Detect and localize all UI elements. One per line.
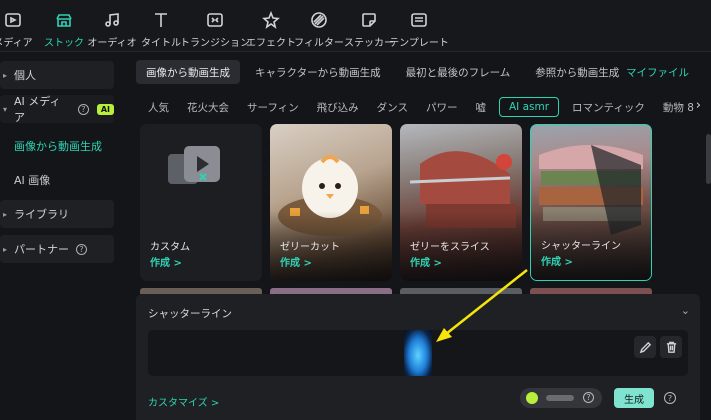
card-create-link[interactable]: 作成 > <box>541 253 573 268</box>
card-title: ゼリーをスライス <box>410 242 490 253</box>
chevron-right-icon: ▸ <box>3 244 8 254</box>
template-card-custom[interactable]: カスタム 作成 > <box>140 124 262 281</box>
card-create-link[interactable]: 作成 > <box>150 254 182 269</box>
sidebar: ▸ 個人 ▾ AI メディア ? AI 画像から動画生成 AI 画像 ▸ ライブ… <box>0 52 126 420</box>
template-card-jelly-cut[interactable]: ゼリーカット 作成 > <box>270 124 392 281</box>
generate-button[interactable]: 生成 <box>614 388 654 408</box>
music-note-icon <box>105 13 119 27</box>
card-title: カスタム <box>150 242 190 253</box>
tab-image-to-video[interactable]: 画像から動画生成 <box>136 60 240 84</box>
template-icon <box>411 13 427 27</box>
toolbar-title[interactable]: タイトル <box>141 0 181 52</box>
toolbar-sticker[interactable]: ステッカー <box>344 0 394 52</box>
toolbar-label: メディア <box>0 38 33 49</box>
toolbar-stock[interactable]: ストック <box>44 0 84 52</box>
sidebar-sub-ai-image[interactable]: AI 画像 <box>14 172 50 188</box>
toolbar-media[interactable]: メディア <box>0 0 33 52</box>
toolbar-label: タイトル <box>141 38 181 49</box>
tab-reference-to-video[interactable]: 参照から動画生成 <box>525 60 629 84</box>
category-tab[interactable]: パワー <box>417 97 467 117</box>
toolbar-effect[interactable]: エフェクト <box>246 0 296 52</box>
help-icon[interactable]: ? <box>583 392 594 403</box>
toolbar-label: オーディオ <box>87 38 137 49</box>
category-tab[interactable]: 花火大会 <box>178 97 238 117</box>
toolbar-transition[interactable]: トランジション <box>180 0 250 52</box>
generation-mode-tabs: 画像から動画生成 キャラクターから動画生成 最初と最後のフレーム 参照から動画生… <box>136 60 634 84</box>
sidebar-item-ai-media[interactable]: ▾ AI メディア ? AI <box>0 95 114 124</box>
generation-panel: シャッターライン ⌄ カスタマイズ > ? 生成 ? <box>136 294 700 420</box>
category-tab[interactable]: 嘘 <box>466 97 495 117</box>
panel-title: シャッターライン <box>148 308 232 320</box>
media-icon <box>5 13 21 27</box>
filter-icon <box>311 12 327 28</box>
toolbar-label: ストック <box>44 38 84 49</box>
template-card-jelly-slice[interactable]: ゼリーをスライス 作成 > <box>400 124 522 281</box>
customize-link[interactable]: カスタマイズ > <box>148 394 219 409</box>
chevron-right-icon: ▸ <box>3 209 8 219</box>
trash-icon <box>666 341 676 353</box>
credit-coin-icon <box>526 392 538 404</box>
category-tab[interactable]: 飛び込み <box>308 97 368 117</box>
category-tab[interactable]: ダンス <box>368 97 417 117</box>
category-tab[interactable]: ロマンティック <box>563 97 654 117</box>
image-to-video-icon <box>168 146 220 184</box>
effect-star-icon <box>262 11 280 29</box>
top-toolbar: メディア ストック オーディオ タイトル トランジション エフェクト フィルター… <box>0 0 711 52</box>
toolbar-audio[interactable]: オーディオ <box>87 0 137 52</box>
card-create-link[interactable]: 作成 > <box>280 254 312 269</box>
category-tabs: 人気 花火大会 サーフィン 飛び込み ダンス パワー 嘘 AI asmr ロマン… <box>126 94 711 120</box>
sticker-icon <box>362 13 376 27</box>
title-t-icon <box>155 13 167 27</box>
card-create-link[interactable]: 作成 > <box>410 254 442 269</box>
transition-icon <box>207 13 223 27</box>
toolbar-label: ステッカー <box>344 38 394 49</box>
toolbar-template[interactable]: テンプレート <box>389 0 449 52</box>
toolbar-filter[interactable]: フィルター <box>294 0 344 52</box>
credit-amount-blurred <box>546 395 574 401</box>
chevron-down-icon[interactable]: ⌄ <box>681 304 690 317</box>
delete-button[interactable] <box>660 336 682 358</box>
my-files-link[interactable]: マイファイル <box>626 65 689 80</box>
tab-first-last-frame[interactable]: 最初と最後のフレーム <box>396 60 521 84</box>
image-drop-area[interactable] <box>148 330 688 376</box>
card-title: シャッターライン <box>541 241 621 252</box>
sidebar-item-label: ライブラリ <box>14 208 69 221</box>
ai-badge: AI <box>96 103 114 115</box>
uploaded-image-thumbnail[interactable] <box>404 330 432 376</box>
sidebar-item-library[interactable]: ▸ ライブラリ <box>0 200 114 228</box>
toolbar-label: エフェクト <box>246 38 296 49</box>
tab-character-to-video[interactable]: キャラクターから動画生成 <box>245 60 391 84</box>
category-tab-active[interactable]: AI asmr <box>498 97 560 117</box>
chevron-down-icon: ▾ <box>3 104 8 114</box>
sidebar-item-partner[interactable]: ▸ パートナー ? <box>0 235 114 263</box>
template-card-shutter-line[interactable]: シャッターライン 作成 > <box>530 124 652 281</box>
credit-indicator[interactable]: ? <box>520 388 602 408</box>
pencil-icon <box>639 341 651 353</box>
help-icon[interactable]: ? <box>77 103 89 115</box>
chevron-right-icon[interactable]: › <box>696 98 701 113</box>
toolbar-label: トランジション <box>180 38 250 49</box>
category-tab[interactable]: サーフィン <box>238 97 308 117</box>
edit-button[interactable] <box>634 336 656 358</box>
toolbar-label: テンプレート <box>389 38 449 49</box>
help-icon[interactable]: ? <box>76 243 87 255</box>
chevron-right-icon: ▸ <box>3 70 8 80</box>
help-icon[interactable]: ? <box>664 392 676 404</box>
category-tab[interactable]: 人気 <box>126 97 178 117</box>
sidebar-item-label: AI メディア <box>14 95 61 124</box>
toolbar-label: フィルター <box>294 38 344 49</box>
sidebar-item-label: 個人 <box>14 69 36 82</box>
main-panel: 画像から動画生成 キャラクターから動画生成 最初と最後のフレーム 参照から動画生… <box>126 52 711 420</box>
sidebar-item-personal[interactable]: ▸ 個人 <box>0 61 114 89</box>
template-cards: カスタム 作成 > ゼリーカット 作成 > ゼリーをスライス 作成 > シャッタ… <box>140 124 702 284</box>
stock-icon <box>56 14 72 27</box>
sidebar-item-label: パートナー <box>14 243 69 256</box>
card-title: ゼリーカット <box>280 242 340 253</box>
sidebar-sub-image-to-video[interactable]: 画像から動画生成 <box>14 138 102 154</box>
scrollbar[interactable] <box>706 134 711 184</box>
